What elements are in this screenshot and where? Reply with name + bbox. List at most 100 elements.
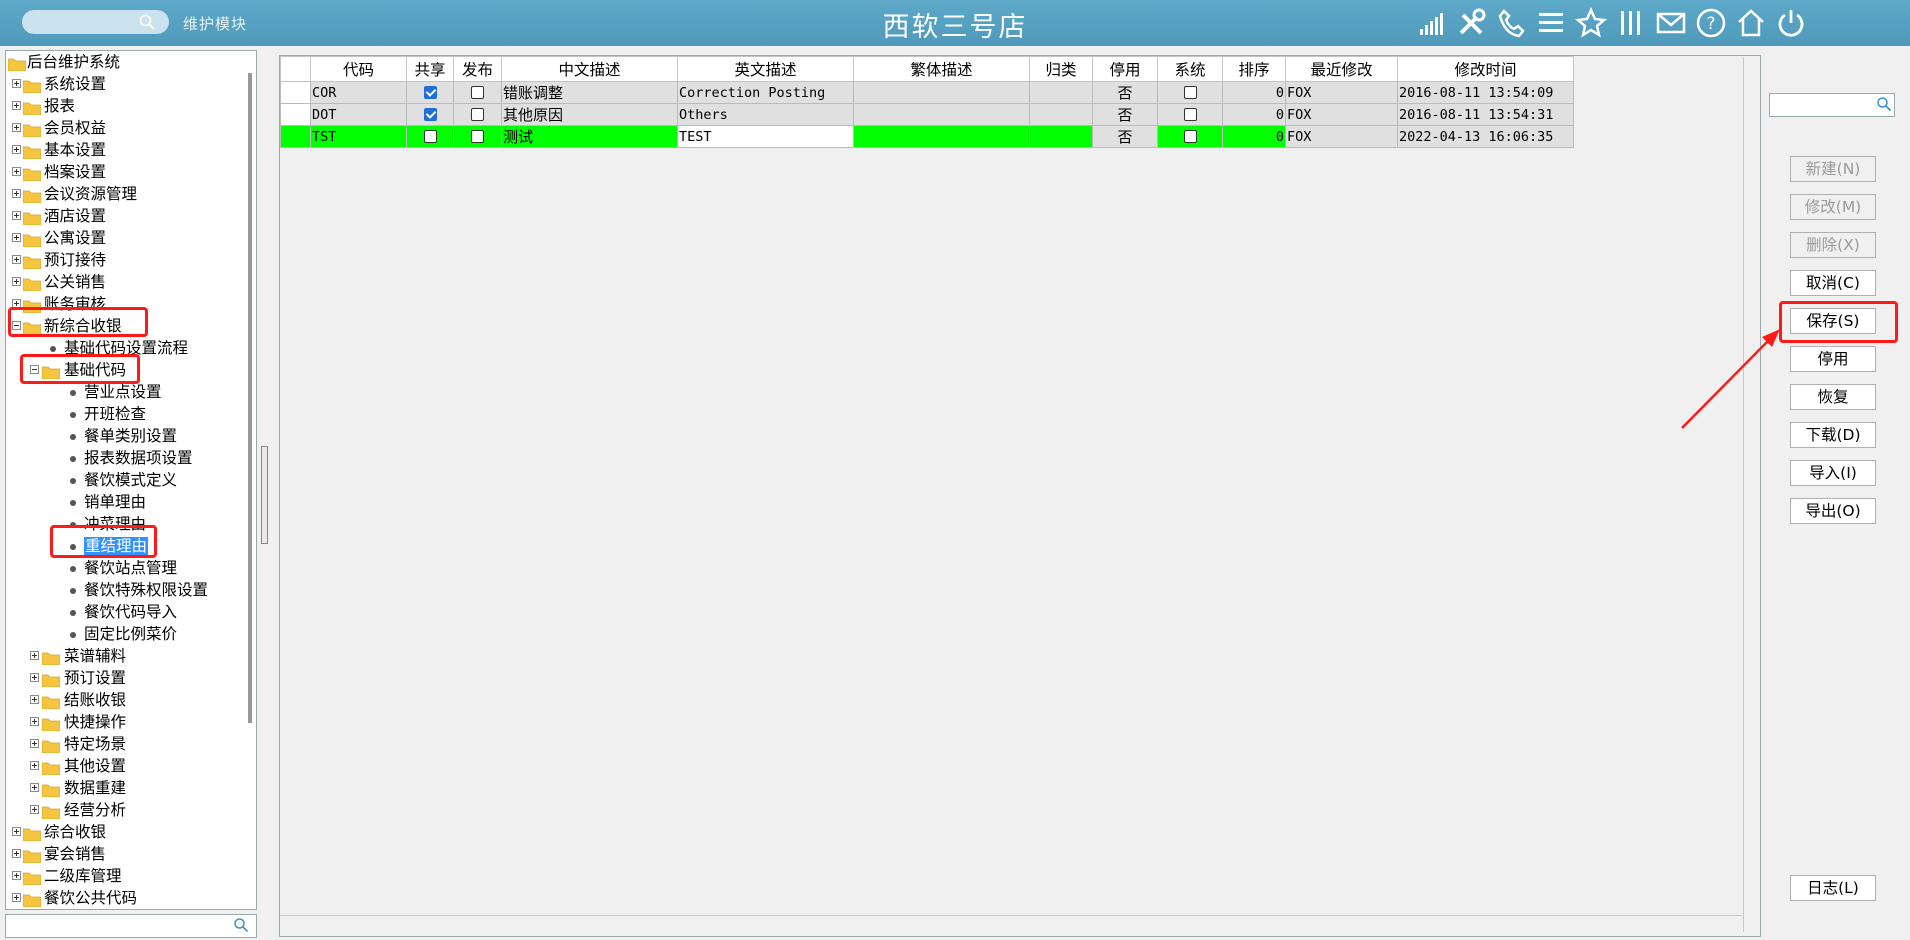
code-cell[interactable]: TST <box>310 125 407 148</box>
tree-item[interactable]: 餐饮公共代码 <box>6 887 137 909</box>
column-header[interactable]: 共享 <box>406 56 454 82</box>
column-header[interactable]: 停用 <box>1092 56 1158 82</box>
system-checkbox[interactable] <box>1183 108 1197 121</box>
code-cell[interactable]: COR <box>310 81 407 104</box>
category-cell[interactable] <box>1029 125 1093 148</box>
column-header[interactable]: 繁体描述 <box>853 56 1030 82</box>
delete-button[interactable]: 删除(X) <box>1790 232 1876 258</box>
menu-icon[interactable] <box>1535 7 1567 39</box>
table-row[interactable]: COR 错账调整 Correction Posting 否 0 FOX 2016-08-11… <box>280 81 1574 104</box>
cancel-button[interactable]: 取消(C) <box>1790 270 1876 296</box>
row-header[interactable] <box>280 81 311 104</box>
tree-item-leaf[interactable]: 开班检查 <box>6 403 146 425</box>
new-button[interactable]: 新建(N) <box>1790 156 1876 182</box>
expand-icon[interactable] <box>12 255 21 264</box>
column-header[interactable]: 最近修改 <box>1285 56 1398 82</box>
tree-item[interactable]: 基本设置 <box>6 139 106 161</box>
search-icon[interactable] <box>138 13 156 31</box>
shared-checkbox[interactable] <box>423 130 437 143</box>
import-button[interactable]: 导入(I) <box>1790 460 1876 486</box>
export-button[interactable]: 导出(O) <box>1790 498 1876 524</box>
column-header[interactable]: 发布 <box>453 56 502 82</box>
tree-item-leaf[interactable]: 营业点设置 <box>6 381 162 403</box>
expand-icon[interactable] <box>30 651 39 660</box>
save-button[interactable]: 保存(S) <box>1790 308 1876 334</box>
expand-icon[interactable] <box>12 849 21 858</box>
tree-item[interactable]: 公关销售 <box>6 271 106 293</box>
publish-cell[interactable] <box>453 81 502 104</box>
system-cell[interactable] <box>1157 81 1223 104</box>
column-header[interactable]: 中文描述 <box>501 56 678 82</box>
search-icon[interactable] <box>233 917 249 933</box>
disabled-cell[interactable]: 否 <box>1092 81 1158 104</box>
column-header[interactable]: 排序 <box>1222 56 1286 82</box>
tree-item[interactable]: 会议资源管理 <box>6 183 137 205</box>
expand-icon[interactable] <box>12 233 21 242</box>
shared-checkbox[interactable] <box>423 86 437 99</box>
help-icon[interactable]: ? <box>1695 7 1727 39</box>
column-header[interactable]: 修改时间 <box>1397 56 1574 82</box>
chinese-desc-cell[interactable]: 测试 <box>501 125 678 148</box>
tree-item[interactable]: 预订设置 <box>6 667 126 689</box>
system-cell[interactable] <box>1157 125 1223 148</box>
tree-item[interactable]: 会员权益 <box>6 117 106 139</box>
tree-item[interactable]: 菜谱辅料 <box>6 645 126 667</box>
tree-item[interactable]: 特定场景 <box>6 733 126 755</box>
tree-item-leaf[interactable]: 餐饮特殊权限设置 <box>6 579 208 601</box>
tree-item-expanded[interactable]: 新综合收银 <box>6 315 122 337</box>
english-desc-cell[interactable]: Correction Posting <box>677 81 854 104</box>
tree-item[interactable]: 其他设置 <box>6 755 126 777</box>
tree-item[interactable]: 预订接待 <box>6 249 106 271</box>
system-cell[interactable] <box>1157 103 1223 126</box>
tree-item[interactable]: 二级库管理 <box>6 865 122 887</box>
row-header[interactable] <box>280 103 311 126</box>
expand-icon[interactable] <box>12 189 21 198</box>
shared-checkbox[interactable] <box>423 108 437 121</box>
tree-item-leaf[interactable]: 固定比例菜价 <box>6 623 177 645</box>
expand-icon[interactable] <box>30 761 39 770</box>
system-checkbox[interactable] <box>1183 86 1197 99</box>
tree-item-leaf[interactable]: 餐饮代码导入 <box>6 601 177 623</box>
publish-checkbox[interactable] <box>471 108 484 121</box>
expand-icon[interactable] <box>12 145 21 154</box>
tree-item-leaf[interactable]: 冲菜理由 <box>6 513 146 535</box>
english-desc-cell[interactable]: TEST <box>677 125 854 148</box>
expand-icon[interactable] <box>30 739 39 748</box>
tree-item[interactable]: 账务审核 <box>6 293 106 315</box>
tree-search-input[interactable] <box>5 914 257 938</box>
home-icon[interactable] <box>1735 7 1767 39</box>
tree-item-leaf[interactable]: 报表数据项设置 <box>6 447 193 469</box>
traditional-desc-cell[interactable] <box>853 81 1030 104</box>
shared-cell[interactable] <box>406 125 454 148</box>
sort-cell[interactable]: 0 <box>1222 103 1286 126</box>
expand-icon[interactable] <box>12 277 21 286</box>
signal-icon[interactable] <box>1416 7 1448 39</box>
tools-icon[interactable] <box>1455 7 1487 39</box>
edit-button[interactable]: 修改(M) <box>1790 194 1876 220</box>
expand-icon[interactable] <box>12 827 21 836</box>
expand-icon[interactable] <box>12 101 21 110</box>
tree-item[interactable]: 快捷操作 <box>6 711 126 733</box>
tree-item[interactable]: 宴会销售 <box>6 843 106 865</box>
sort-cell[interactable]: 0 <box>1222 125 1286 148</box>
traditional-desc-cell[interactable] <box>853 103 1030 126</box>
expand-icon[interactable] <box>30 783 39 792</box>
tree-item[interactable]: 经营分析 <box>6 799 126 821</box>
tree-item-expanded[interactable]: 基础代码 <box>6 359 126 381</box>
row-header[interactable] <box>280 125 311 148</box>
log-button[interactable]: 日志(L) <box>1790 875 1876 901</box>
english-desc-cell[interactable]: Others <box>677 103 854 126</box>
expand-icon[interactable] <box>30 673 39 682</box>
disabled-cell[interactable]: 否 <box>1092 103 1158 126</box>
tree-item[interactable]: 数据重建 <box>6 777 126 799</box>
expand-icon[interactable] <box>12 167 21 176</box>
shared-cell[interactable] <box>406 103 454 126</box>
tree-item-leaf[interactable]: 餐饮模式定义 <box>6 469 177 491</box>
category-cell[interactable] <box>1029 103 1093 126</box>
column-header[interactable]: 系统 <box>1157 56 1223 82</box>
table-row[interactable]: TST 测试 TEST 否 0 FOX 2022-04-13 16:06:35 <box>280 125 1574 148</box>
tree-item-leaf[interactable]: 餐单类别设置 <box>6 425 177 447</box>
publish-cell[interactable] <box>453 125 502 148</box>
expand-icon[interactable] <box>30 805 39 814</box>
shared-cell[interactable] <box>406 81 454 104</box>
